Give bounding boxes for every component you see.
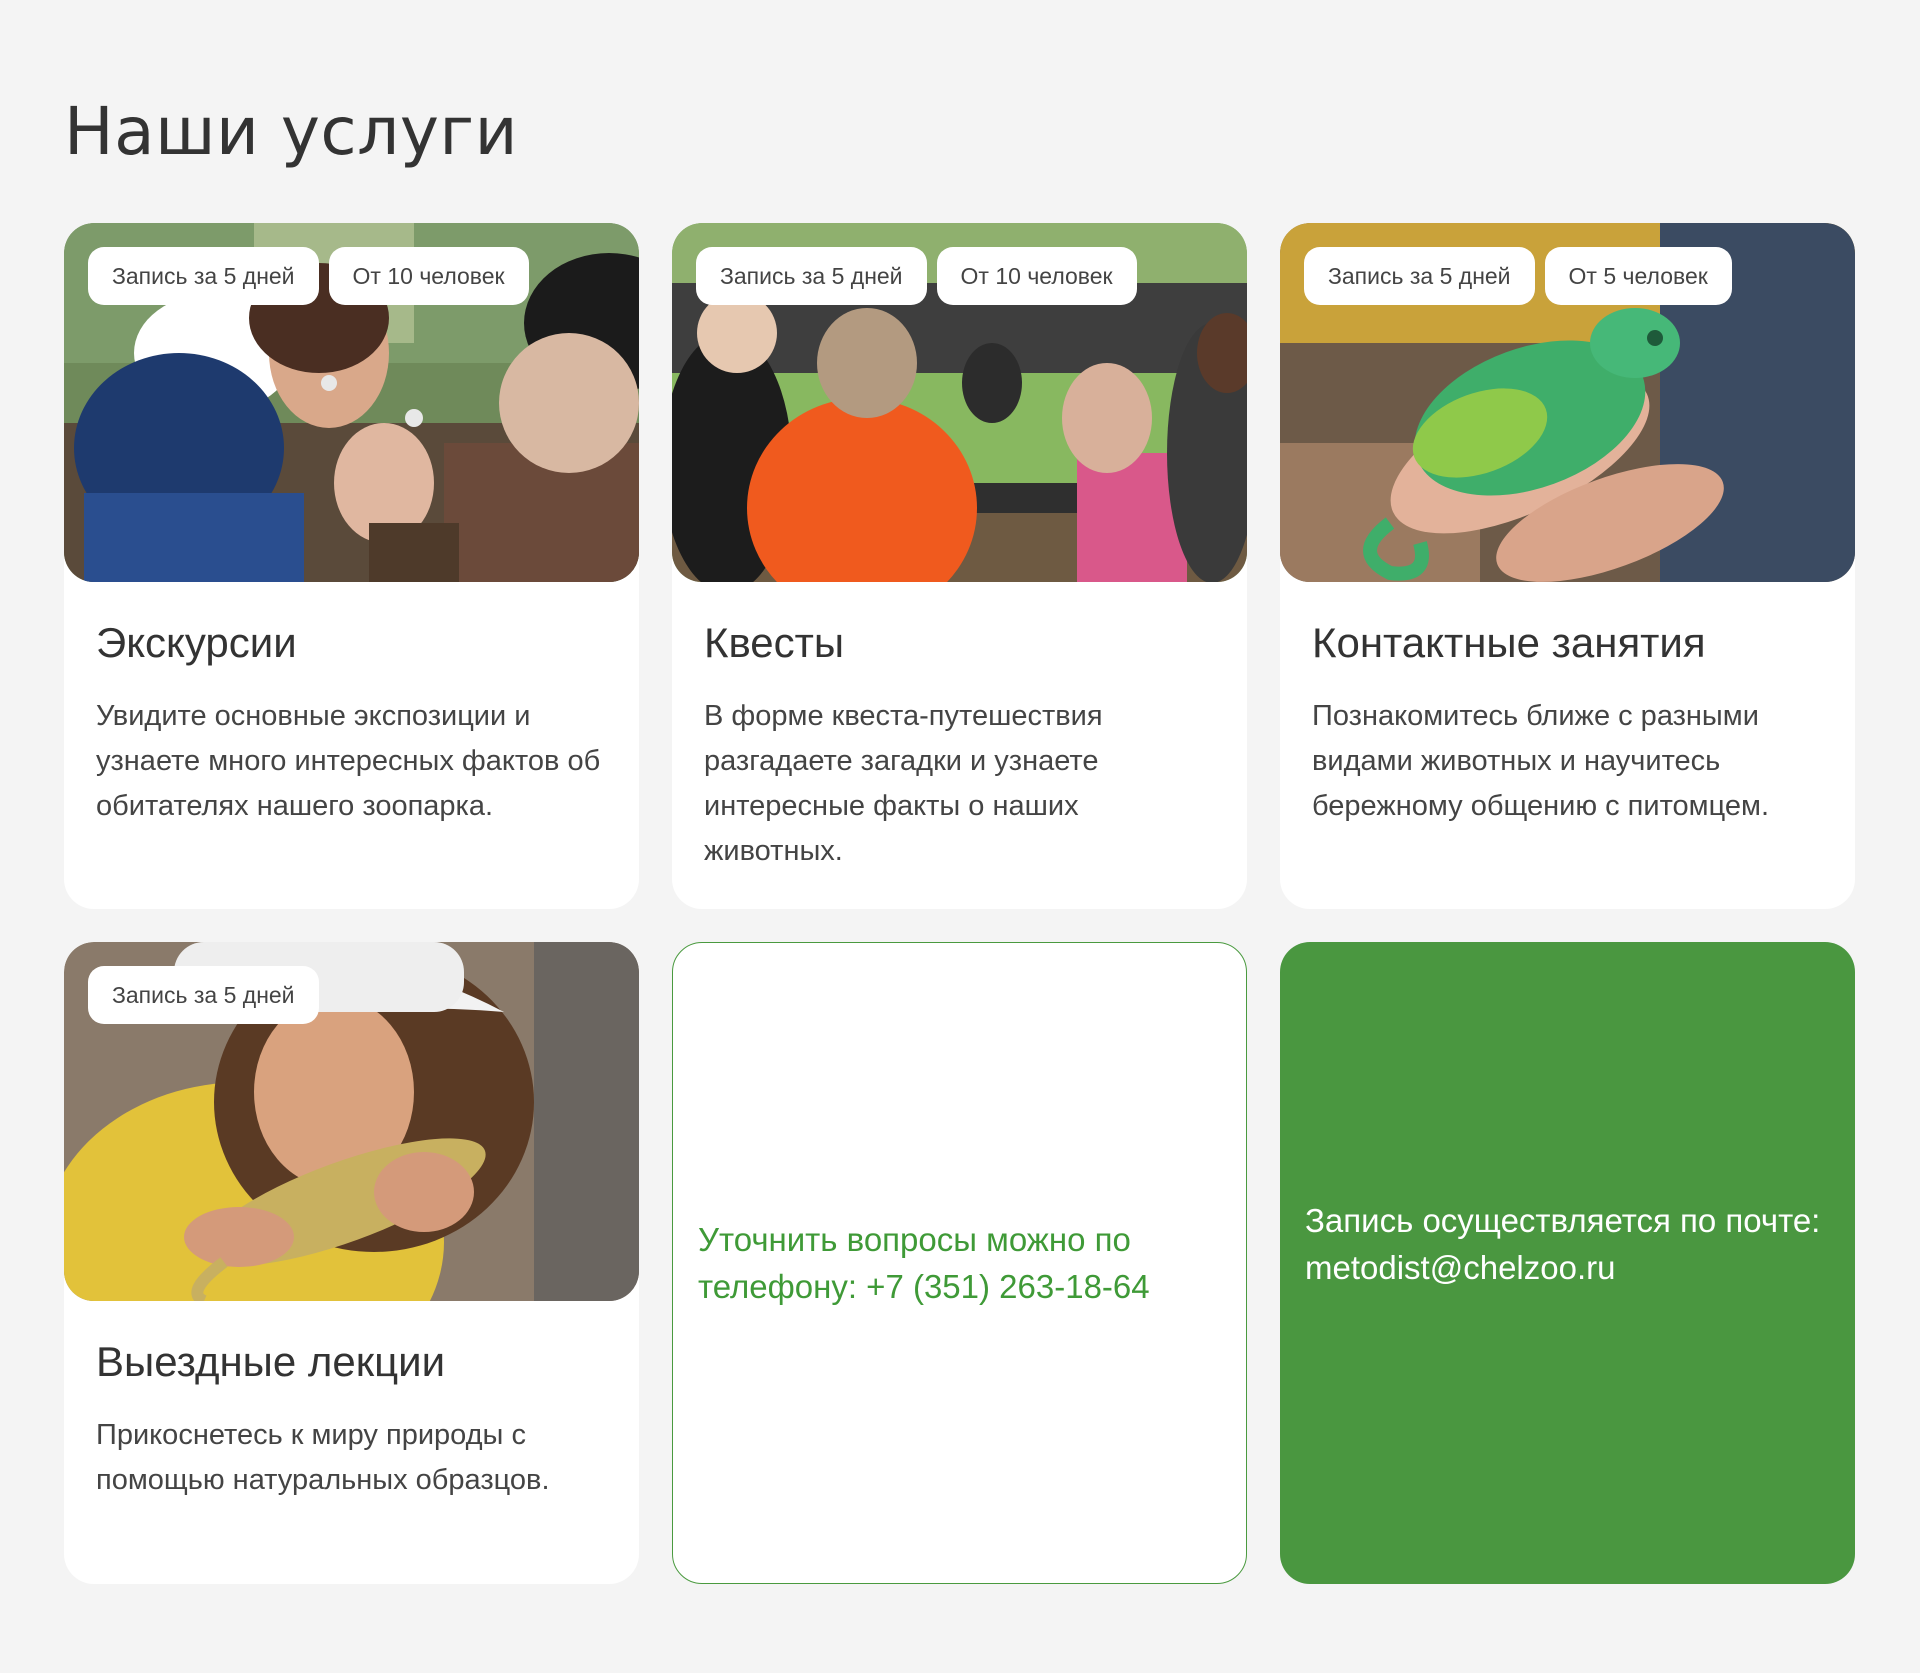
service-image: Запись за 5 дней От 10 человек bbox=[672, 223, 1247, 582]
service-tags: Запись за 5 дней От 10 человек bbox=[88, 247, 529, 305]
services-page: Наши услуги Запись за 5 дней От 10 челов… bbox=[0, 0, 1920, 1673]
tag-group-size: От 10 человек bbox=[328, 247, 529, 305]
service-title: Квесты bbox=[704, 619, 845, 666]
service-image: Запись за 5 дней От 5 человек bbox=[1280, 223, 1855, 582]
email-info-card: Запись осуществляется по почте: metodist… bbox=[1280, 942, 1855, 1584]
tag-group-size: От 5 человек bbox=[1544, 247, 1732, 305]
service-title: Экскурсии bbox=[96, 619, 297, 666]
service-card-quests[interactable]: Запись за 5 дней От 10 человек Квесты В … bbox=[672, 223, 1247, 909]
service-description: Познакомитесь ближе с разными видами жив… bbox=[1312, 700, 1770, 822]
service-card-excursions[interactable]: Запись за 5 дней От 10 человек Экскурсии… bbox=[64, 223, 639, 909]
service-body: Контактные занятия Познакомитесь ближе с… bbox=[1280, 582, 1855, 829]
service-card-outreach-lectures[interactable]: Запись за 5 дней Выездные лекции Прикосн… bbox=[64, 942, 639, 1584]
service-tags: Запись за 5 дней От 10 человек bbox=[696, 247, 1137, 305]
tag-booking: Запись за 5 дней bbox=[88, 966, 319, 1024]
service-card-contact-lessons[interactable]: Запись за 5 дней От 5 человек Контактные… bbox=[1280, 223, 1855, 909]
service-tags: Запись за 5 дней bbox=[88, 966, 319, 1024]
service-image: Запись за 5 дней bbox=[64, 942, 639, 1301]
tag-group-size: От 10 человек bbox=[936, 247, 1137, 305]
service-title: Выездные лекции bbox=[96, 1338, 446, 1385]
service-tags: Запись за 5 дней От 5 человек bbox=[1304, 247, 1732, 305]
services-grid: Запись за 5 дней От 10 человек Экскурсии… bbox=[64, 223, 1855, 1584]
service-description: Прикоснетесь к миру природы с помощью на… bbox=[96, 1419, 550, 1496]
service-description: Увидите основные экспозиции и узнаете мн… bbox=[96, 700, 601, 822]
service-body: Выездные лекции Прикоснетесь к миру прир… bbox=[64, 1301, 639, 1503]
page-title: Наши услуги bbox=[64, 93, 518, 170]
phone-contact-text[interactable]: Уточнить вопросы можно по телефону: +7 (… bbox=[698, 1216, 1221, 1310]
email-contact-text[interactable]: Запись осуществляется по почте: metodist… bbox=[1305, 1197, 1830, 1291]
service-title: Контактные занятия bbox=[1312, 619, 1706, 666]
service-body: Экскурсии Увидите основные экспозиции и … bbox=[64, 582, 639, 829]
tag-booking: Запись за 5 дней bbox=[1304, 247, 1535, 305]
tag-booking: Запись за 5 дней bbox=[88, 247, 319, 305]
service-description: В форме квеста-путешествия разгадаете за… bbox=[704, 700, 1103, 867]
tag-booking: Запись за 5 дней bbox=[696, 247, 927, 305]
phone-info-card: Уточнить вопросы можно по телефону: +7 (… bbox=[672, 942, 1247, 1584]
service-image: Запись за 5 дней От 10 человек bbox=[64, 223, 639, 582]
service-body: Квесты В форме квеста-путешествия разгад… bbox=[672, 582, 1247, 874]
